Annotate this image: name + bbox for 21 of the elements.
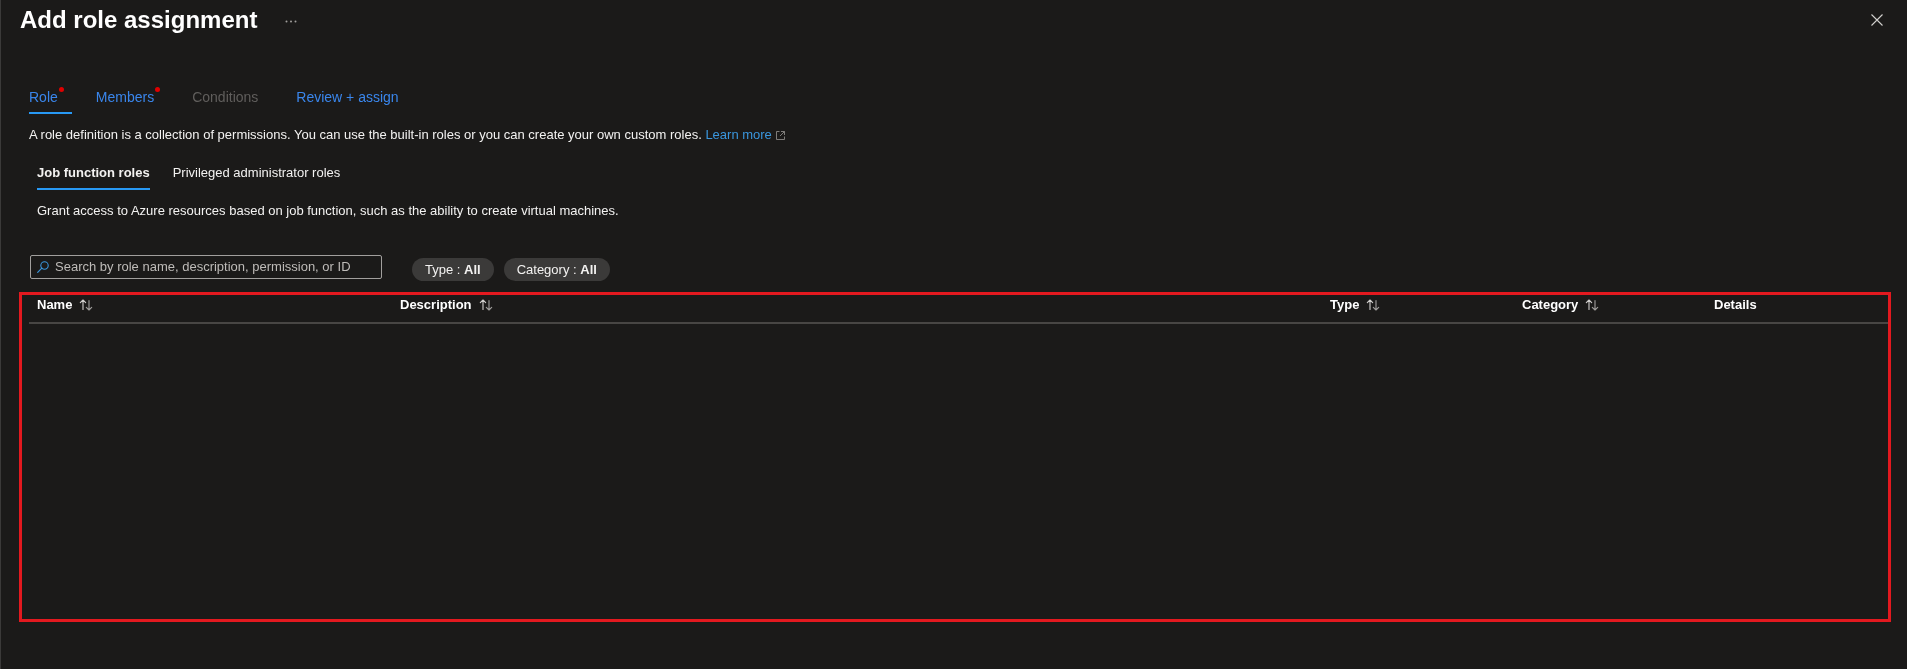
column-header[interactable]: Category bbox=[1522, 296, 1600, 314]
role-category-tab[interactable]: Job function roles bbox=[37, 158, 150, 190]
filter-pill[interactable]: Type : All bbox=[412, 258, 494, 281]
window-title: Add role assignment bbox=[20, 5, 258, 35]
more-icon[interactable] bbox=[285, 19, 298, 23]
external-link-icon bbox=[775, 130, 785, 140]
search-icon bbox=[37, 261, 49, 273]
close-icon[interactable] bbox=[1871, 14, 1883, 26]
role-definition-text: A role definition is a collection of permissions. You can use the built-in roles or you can create your own custom roles. Learn more bbox=[29, 126, 1907, 144]
role-category-description: Grant access to Azure resources based on job function, such as the ability to create virtual machines. bbox=[37, 202, 620, 220]
tab[interactable]: Role bbox=[29, 82, 72, 114]
column-header[interactable]: Type bbox=[1330, 296, 1381, 314]
column-header[interactable]: Description bbox=[400, 296, 493, 314]
tab[interactable]: Review + assign bbox=[296, 82, 413, 114]
column-header: Details bbox=[1714, 296, 1757, 314]
learn-more-link[interactable]: Learn more bbox=[705, 126, 785, 144]
tab[interactable]: Members bbox=[95, 82, 169, 114]
role-category-tab[interactable]: Privileged administrator roles bbox=[172, 158, 341, 190]
search-field[interactable]: Search by role name, description, permission, or ID bbox=[30, 255, 382, 279]
filter-pill[interactable]: Category : All bbox=[503, 258, 610, 281]
column-header[interactable]: Name bbox=[37, 296, 94, 314]
